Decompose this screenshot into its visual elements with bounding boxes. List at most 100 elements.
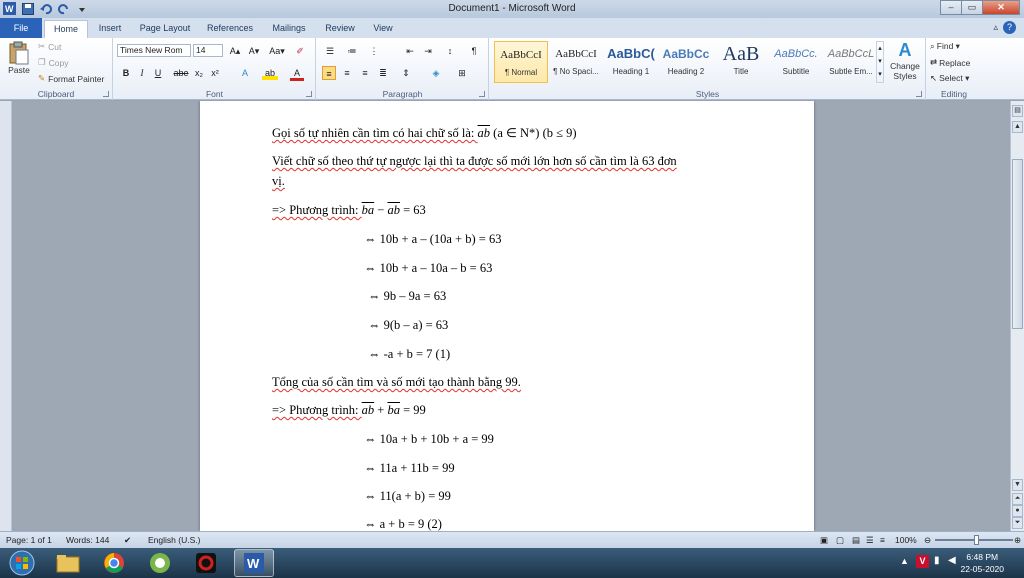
zoom-slider[interactable]: [935, 535, 1013, 545]
paste-button[interactable]: Paste: [6, 41, 32, 75]
style-normal[interactable]: AaBbCcI ¶ Normal: [494, 41, 548, 83]
tab-view[interactable]: View: [366, 20, 400, 38]
borders-icon[interactable]: ⊞: [455, 66, 469, 80]
language[interactable]: English (U.S.): [148, 535, 200, 545]
shading-icon[interactable]: ◈: [429, 66, 443, 80]
underline-button[interactable]: U: [151, 66, 165, 80]
format-painter-button[interactable]: ✎ Format Painter: [38, 73, 104, 84]
close-button[interactable]: ✕: [982, 0, 1020, 15]
increase-indent-icon[interactable]: ⇥: [421, 44, 435, 58]
print-layout-icon[interactable]: ▣: [820, 535, 828, 546]
tab-mailings[interactable]: Mailings: [266, 20, 312, 38]
page-count[interactable]: Page: 1 of 1: [6, 535, 52, 545]
font-launcher-icon[interactable]: [306, 91, 312, 97]
zoom-out-icon[interactable]: ⊖: [924, 535, 931, 546]
tray-expand-icon[interactable]: ▲: [900, 556, 909, 566]
line-spacing-icon[interactable]: ⇕: [399, 66, 413, 80]
zoom-in-icon[interactable]: ⊕: [1014, 535, 1021, 546]
ruler-toggle-icon[interactable]: ▤: [1012, 105, 1023, 117]
change-case-button[interactable]: Aa▾: [266, 44, 288, 58]
vietkey-icon[interactable]: V: [916, 555, 929, 568]
text-effects-button[interactable]: A: [238, 66, 252, 80]
taskbar-garena[interactable]: [186, 549, 226, 577]
find-button[interactable]: ⌕ Find ▾: [930, 41, 960, 52]
zoom-slider-knob[interactable]: [974, 535, 979, 545]
scroll-up-icon[interactable]: ▲: [1012, 121, 1023, 133]
scroll-thumb[interactable]: [1012, 159, 1023, 329]
paste-label: Paste: [8, 65, 30, 75]
style-no-spacing[interactable]: AaBbCcI ¶ No Spaci...: [549, 41, 603, 83]
doc-line-1-text: Gọi số tự nhiên cần tìm có hai chữ số là…: [272, 126, 478, 140]
doc-line-11-suffix: = 99: [399, 403, 426, 417]
minimize-button[interactable]: –: [940, 0, 962, 15]
vertical-scrollbar[interactable]: ▤ ▲ ▼ ⏶ ● ⏷: [1010, 101, 1024, 531]
font-family-select[interactable]: Times New Rom: [117, 44, 191, 57]
styles-scroll-icon[interactable]: ▴ ▾ ▾: [876, 41, 884, 83]
font-size-select[interactable]: 14: [193, 44, 223, 57]
browse-object-icon[interactable]: ●: [1012, 505, 1023, 517]
subscript-button[interactable]: x₂: [192, 66, 206, 80]
tab-page-layout[interactable]: Page Layout: [134, 20, 196, 38]
align-right-icon[interactable]: ≡: [358, 66, 372, 80]
taskbar-explorer[interactable]: [48, 549, 88, 577]
copy-button[interactable]: ❐ Copy: [38, 57, 68, 68]
volume-icon[interactable]: ◀: [948, 555, 956, 566]
clock[interactable]: 6:48 PM 22-05-2020: [961, 551, 1004, 575]
coccoc-browser-icon: [150, 553, 170, 573]
scroll-down-icon[interactable]: ▼: [1012, 479, 1023, 491]
start-button[interactable]: [2, 549, 42, 577]
grow-font-button[interactable]: A▴: [226, 44, 244, 58]
style-subtitle[interactable]: AaBbCc. Subtitle: [769, 41, 823, 83]
style-heading-2[interactable]: AaBbCc Heading 2: [659, 41, 713, 83]
justify-icon[interactable]: ≣: [376, 66, 390, 80]
style-subtle-emphasis[interactable]: AaBbCcL Subtle Em...: [824, 41, 878, 83]
clear-formatting-icon[interactable]: ✐: [292, 44, 308, 58]
previous-page-icon[interactable]: ⏶: [1012, 493, 1023, 505]
strikethrough-button[interactable]: abe: [172, 66, 190, 80]
tab-home[interactable]: Home: [44, 20, 88, 38]
word-count[interactable]: Words: 144: [66, 535, 109, 545]
replace-button[interactable]: ⇄ Replace: [930, 57, 970, 68]
maximize-button[interactable]: ▭: [961, 0, 983, 15]
proofing-icon[interactable]: ✔: [124, 535, 131, 546]
paragraph-launcher-icon[interactable]: [479, 91, 485, 97]
web-layout-icon[interactable]: ▤: [852, 535, 860, 546]
draft-icon[interactable]: ≡: [880, 535, 885, 545]
style-title[interactable]: AaB Title: [714, 41, 768, 83]
cut-button[interactable]: ✂ Cut: [38, 41, 61, 52]
highlight-button[interactable]: ab: [262, 66, 278, 80]
full-screen-icon[interactable]: ▢: [836, 535, 844, 546]
select-button[interactable]: ↖ Select ▾: [930, 73, 969, 84]
show-formatting-icon[interactable]: ¶: [467, 44, 481, 58]
font-color-button[interactable]: A: [290, 66, 304, 81]
bullets-icon[interactable]: ☰: [323, 44, 337, 58]
align-center-icon[interactable]: ≡: [340, 66, 354, 80]
bold-button[interactable]: B: [119, 66, 133, 80]
sort-icon[interactable]: ↕: [443, 44, 457, 58]
outline-icon[interactable]: ☰: [866, 535, 874, 546]
numbering-icon[interactable]: ≔: [345, 44, 359, 58]
tab-review[interactable]: Review: [320, 20, 360, 38]
network-icon[interactable]: ▮: [934, 555, 940, 566]
style-heading-1[interactable]: AaBbC( Heading 1: [604, 41, 658, 83]
taskbar-chrome[interactable]: [94, 549, 134, 577]
tab-file[interactable]: File: [0, 18, 42, 38]
help-icon[interactable]: ?: [1003, 21, 1016, 34]
tab-references[interactable]: References: [202, 20, 258, 38]
tab-insert[interactable]: Insert: [90, 20, 130, 38]
document-page[interactable]: Gọi số tự nhiên cần tìm có hai chữ số là…: [200, 101, 814, 531]
zoom-level[interactable]: 100%: [895, 535, 917, 545]
decrease-indent-icon[interactable]: ⇤: [403, 44, 417, 58]
taskbar-word[interactable]: W: [234, 549, 274, 577]
minimize-ribbon-icon[interactable]: ▵: [993, 22, 998, 33]
change-styles-button[interactable]: A Change Styles: [886, 40, 924, 81]
shrink-font-button[interactable]: A▾: [245, 44, 263, 58]
styles-launcher-icon[interactable]: [916, 91, 922, 97]
next-page-icon[interactable]: ⏷: [1012, 517, 1023, 529]
clipboard-launcher-icon[interactable]: [103, 91, 109, 97]
multilevel-list-icon[interactable]: ⋮: [367, 44, 381, 58]
taskbar-coccoc[interactable]: [140, 549, 180, 577]
align-left-icon[interactable]: ≡: [322, 66, 336, 80]
italic-button[interactable]: I: [135, 66, 149, 80]
superscript-button[interactable]: x²: [208, 66, 222, 80]
